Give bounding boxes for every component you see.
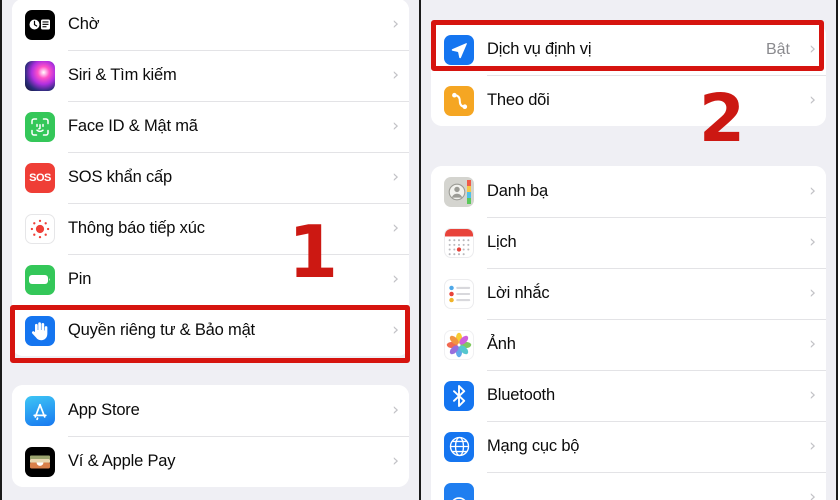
privacy-row-contacts[interactable]: Danh bạ ›	[431, 166, 826, 217]
settings-row-face-id[interactable]: Face ID & Mật mã ›	[12, 101, 409, 152]
sos-icon: SOS	[25, 162, 55, 193]
settings-row-battery[interactable]: Pin ›	[12, 254, 409, 305]
contacts-icon	[444, 176, 474, 207]
privacy-row-label: Ảnh	[487, 335, 516, 353]
privacy-row-label: Danh bạ	[487, 182, 548, 200]
settings-group-store: App Store › Ví & Apple Pay ›	[12, 385, 409, 487]
location-services-icon	[444, 34, 474, 65]
privacy-row-local-network[interactable]: Mạng cục bộ ›	[431, 421, 826, 472]
chevron-right-icon: ›	[392, 320, 399, 340]
chevron-right-icon: ›	[392, 218, 399, 238]
right-privacy-screen: Dịch vụ định vị Bật › Theo dõi › Danh bạ…	[419, 0, 838, 500]
settings-row-label: Siri & Tìm kiếm	[68, 66, 177, 84]
faceid-icon	[25, 111, 55, 142]
top-spacer	[431, 0, 826, 24]
settings-row-siri-search[interactable]: Siri & Tìm kiếm ›	[12, 50, 409, 101]
chevron-right-icon: ›	[392, 269, 399, 289]
chevron-right-icon: ›	[392, 14, 399, 34]
settings-row-label: Quyền riêng tư & Bảo mật	[68, 321, 255, 339]
siri-icon	[25, 60, 55, 91]
privacy-row-label: Mạng cục bộ	[487, 437, 580, 455]
chevron-right-icon: ›	[392, 451, 399, 471]
privacy-row-label: Lời nhắc	[487, 284, 550, 302]
settings-row-exposure-notifications[interactable]: Thông báo tiếp xúc ›	[12, 203, 409, 254]
privacy-row-bluetooth[interactable]: Bluetooth ›	[431, 370, 826, 421]
chevron-right-icon: ›	[809, 181, 816, 201]
settings-group-system: Chờ › Siri & Tìm kiếm › Face ID & Mật mã…	[12, 0, 409, 356]
step-marker-2: 2	[699, 80, 745, 157]
location-services-status: Bật	[765, 40, 790, 58]
privacy-group-location: Dịch vụ định vị Bật › Theo dõi ›	[431, 24, 826, 126]
settings-row-app-store[interactable]: App Store ›	[12, 385, 409, 436]
battery-icon	[25, 264, 55, 295]
settings-row-privacy-security[interactable]: Quyền riêng tư & Bảo mật ›	[12, 305, 409, 356]
settings-row-label: Face ID & Mật mã	[68, 117, 198, 135]
airdrop-icon	[444, 482, 474, 500]
privacy-row-calendar[interactable]: Lịch ›	[431, 217, 826, 268]
tracking-icon	[444, 85, 474, 116]
privacy-row-tracking[interactable]: Theo dõi ›	[431, 75, 826, 126]
privacy-hand-icon	[25, 315, 55, 346]
chevron-right-icon: ›	[392, 116, 399, 136]
chevron-right-icon: ›	[809, 334, 816, 354]
privacy-group-apps: Danh bạ › Lịch › Lời nhắc › Ảnh › Blueto…	[431, 166, 826, 500]
chevron-right-icon: ›	[809, 436, 816, 456]
photos-icon	[444, 329, 474, 360]
privacy-row-label: Dịch vụ định vị	[487, 40, 592, 58]
left-settings-screen: Chờ › Siri & Tìm kiếm › Face ID & Mật mã…	[0, 0, 419, 500]
local-network-icon	[444, 431, 474, 462]
settings-row-wallet-apple-pay[interactable]: Ví & Apple Pay ›	[12, 436, 409, 487]
reminders-icon	[444, 278, 474, 309]
wallet-icon	[25, 446, 55, 477]
privacy-row-reminders[interactable]: Lời nhắc ›	[431, 268, 826, 319]
chevron-right-icon: ›	[809, 487, 816, 500]
app-store-icon	[25, 395, 55, 426]
settings-row-label: Ví & Apple Pay	[68, 452, 176, 470]
chevron-right-icon: ›	[809, 90, 816, 110]
privacy-row-label: Lịch	[487, 233, 517, 251]
settings-row-label: Chờ	[68, 15, 100, 33]
chevron-right-icon: ›	[809, 232, 816, 252]
settings-row-label: SOS khẩn cấp	[68, 168, 172, 186]
dual-screenshot-container: Chờ › Siri & Tìm kiếm › Face ID & Mật mã…	[0, 0, 840, 500]
privacy-row-location-services[interactable]: Dịch vụ định vị Bật ›	[431, 24, 826, 75]
chevron-right-icon: ›	[392, 400, 399, 420]
chevron-right-icon: ›	[809, 385, 816, 405]
bluetooth-icon	[444, 380, 474, 411]
privacy-row-label: Bluetooth	[487, 386, 555, 404]
chevron-right-icon: ›	[809, 283, 816, 303]
settings-row-emergency-sos[interactable]: SOS SOS khẩn cấp ›	[12, 152, 409, 203]
settings-row-standby[interactable]: Chờ ›	[12, 0, 409, 50]
settings-row-label: App Store	[68, 401, 140, 419]
chevron-right-icon: ›	[392, 167, 399, 187]
privacy-row-label: Theo dõi	[487, 91, 550, 109]
calendar-icon	[444, 227, 474, 258]
chevron-right-icon: ›	[392, 65, 399, 85]
standby-icon	[25, 9, 55, 40]
exposure-notification-icon	[25, 213, 55, 244]
step-marker-1: 1	[288, 210, 339, 294]
sos-label: SOS	[29, 171, 51, 184]
privacy-row-photos[interactable]: Ảnh ›	[431, 319, 826, 370]
chevron-right-icon: ›	[809, 39, 816, 59]
privacy-row-partially-visible[interactable]: ›	[431, 472, 826, 500]
